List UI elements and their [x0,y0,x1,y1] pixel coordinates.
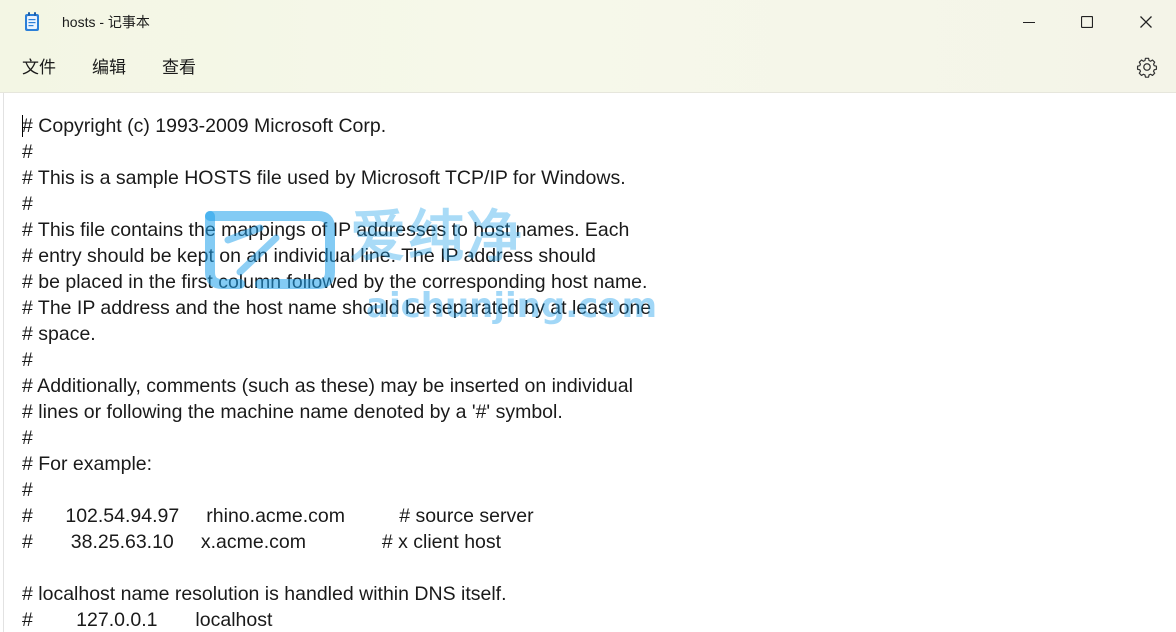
document-text[interactable]: # Copyright (c) 1993-2009 Microsoft Corp… [22,113,651,632]
text-editor[interactable]: # Copyright (c) 1993-2009 Microsoft Corp… [3,93,1176,632]
settings-button[interactable] [1136,56,1158,78]
close-icon [1140,13,1152,32]
menu-bar: 文件 编辑 查看 [0,50,1176,86]
menu-view[interactable]: 查看 [160,56,198,80]
close-button[interactable] [1117,0,1175,44]
minimize-icon [1023,13,1035,32]
title-bar[interactable]: hosts - 记事本 [0,0,1176,44]
gear-icon [1136,57,1158,82]
maximize-button[interactable] [1058,0,1116,44]
text-caret [22,115,23,137]
menu-edit[interactable]: 编辑 [90,56,128,80]
window-title: hosts - 记事本 [62,14,150,30]
window-chrome: hosts - 记事本 文件 编辑 查看 [0,0,1176,93]
maximize-icon [1080,13,1094,32]
menu-file[interactable]: 文件 [20,56,58,80]
minimize-button[interactable] [1000,0,1058,44]
notepad-icon [24,12,40,32]
